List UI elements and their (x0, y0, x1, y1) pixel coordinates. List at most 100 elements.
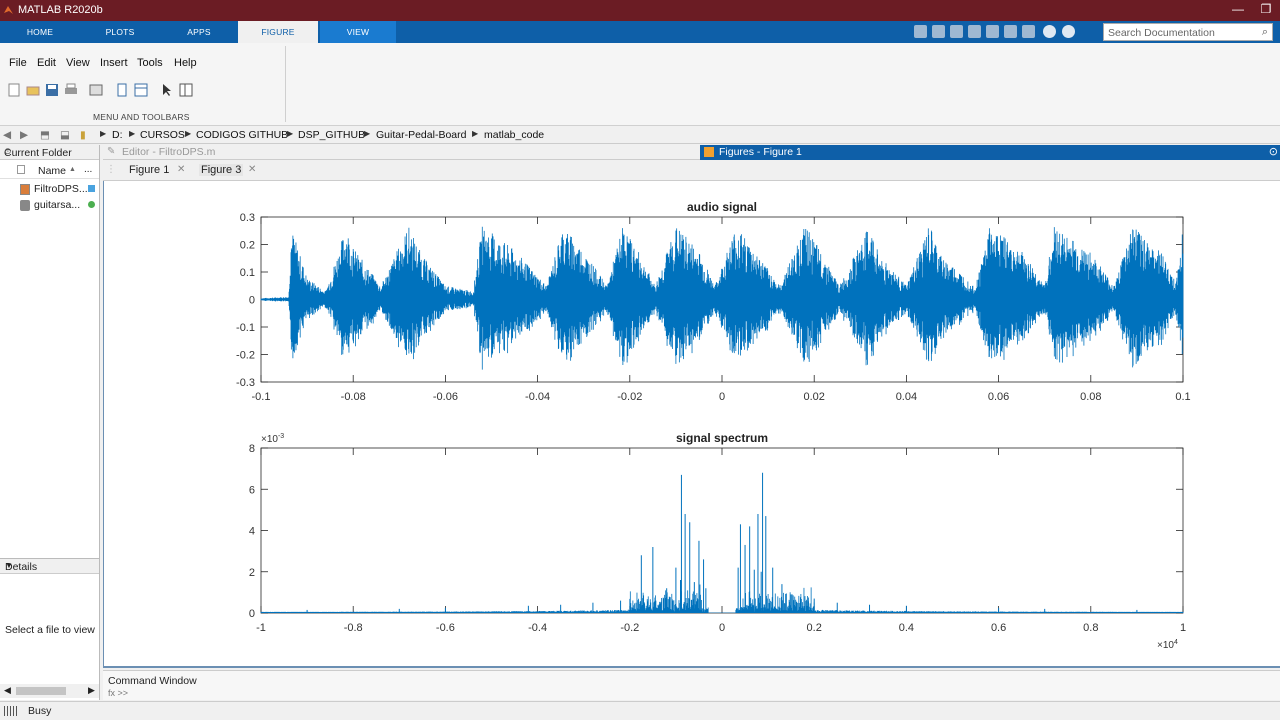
scroll-thumb[interactable] (16, 687, 66, 695)
restore-button[interactable]: ❐ (1256, 2, 1276, 18)
x-tick-label: 0.1 (1175, 391, 1190, 403)
command-window-title: Command Window (108, 675, 197, 687)
menu-file[interactable]: File (9, 57, 27, 69)
scroll-right-icon[interactable]: ▶ (88, 685, 95, 696)
chevron-down-icon[interactable]: ▼ (5, 561, 93, 570)
x-tick-label: 0.8 (1083, 622, 1098, 634)
redo-quick-icon[interactable] (1004, 25, 1017, 38)
print-preview-icon[interactable] (89, 83, 103, 97)
close-icon[interactable]: ✕ (248, 164, 256, 175)
y-tick-label: 2 (249, 567, 255, 579)
x-tick-label: -1 (256, 622, 266, 634)
figure-tabs: ⋮ Figure 1 ✕ Figure 3 ✕ (103, 161, 1280, 181)
panel-menu-icon[interactable]: ⊙ (1269, 145, 1278, 158)
command-prompt[interactable]: fx >> (108, 688, 128, 698)
tab-view[interactable]: VIEW (320, 21, 396, 43)
new-figure-icon[interactable] (7, 83, 21, 97)
tab-plots[interactable]: PLOTS (80, 21, 160, 43)
path-arrow: ▶ (472, 129, 479, 138)
editor-icon: ✎ (107, 146, 116, 157)
name-column-header[interactable]: Name ▲ ... (0, 161, 99, 179)
chart-title: signal spectrum (676, 431, 768, 445)
select-arrow-icon[interactable] (160, 83, 174, 97)
menu-insert[interactable]: Insert (100, 57, 128, 69)
path-arrow: ▶ (129, 129, 136, 138)
file-name: FiltroDPS... (34, 183, 88, 195)
y-tick-label: 0.2 (240, 240, 255, 252)
undo-quick-icon[interactable] (986, 25, 999, 38)
ribbon-section-label: MENU AND TOOLBARS (93, 112, 190, 122)
list-item[interactable]: FiltroDPS... (0, 183, 99, 197)
signal-spectrum-axes[interactable]: signal spectrum ×10-3 ×104 -1 -0.8 -0.6 -0.… (249, 431, 1186, 651)
paste-quick-icon[interactable] (968, 25, 981, 38)
ribbon-separator (285, 46, 286, 122)
menu-view[interactable]: View (66, 57, 90, 69)
copy-quick-icon[interactable] (950, 25, 963, 38)
minimize-button[interactable]: — (1228, 2, 1248, 18)
path-arrow: ▶ (185, 129, 192, 138)
community-icon[interactable] (1062, 25, 1075, 38)
tab-figure-1[interactable]: Figure 1 (129, 164, 169, 176)
menu-tools[interactable]: Tools (137, 57, 163, 69)
panel-menu-icon[interactable]: ⊙ (4, 146, 95, 157)
ribbon-tabs: HOME PLOTS APPS FIGURE VIEW Search Docum… (0, 21, 1280, 43)
command-window[interactable]: Command Window fx >> (103, 670, 1280, 700)
tab-figure-3[interactable]: Figure 3 (199, 164, 244, 176)
x-tick-label: -0.08 (341, 391, 366, 403)
path-segment[interactable]: CURSOS (140, 129, 185, 141)
open-folder-icon[interactable] (26, 83, 40, 97)
figure-canvas[interactable]: audio signal -0.1 -0.08 -0.06 -0.04 -0.02 0 0.… (103, 181, 1280, 668)
x-tick-label: 0 (719, 391, 725, 403)
y-tick-label: 0.3 (240, 212, 255, 224)
up-folder-icon[interactable]: ⬒ (40, 129, 50, 141)
path-segment[interactable]: D: (112, 129, 123, 141)
x-tick-label: -0.04 (525, 391, 550, 403)
save-icon[interactable] (45, 83, 59, 97)
browse-folder-icon[interactable]: ⬓ (60, 129, 70, 141)
busy-indicator-icon (4, 706, 18, 716)
editor-header[interactable]: ✎ Editor - FiltroDPS.m (103, 145, 700, 160)
figure-icon (704, 147, 714, 157)
details-message: Select a file to view (5, 624, 95, 636)
dock-icon[interactable] (115, 83, 129, 97)
horizontal-scrollbar[interactable]: ◀ ▶ (0, 684, 99, 698)
scroll-left-icon[interactable]: ◀ (4, 685, 11, 696)
search-documentation-input[interactable]: Search Documentation ⌕ (1103, 23, 1273, 41)
forward-icon[interactable]: ▶ (20, 129, 28, 141)
tab-apps[interactable]: APPS (160, 21, 238, 43)
matlab-logo-icon (4, 6, 13, 14)
plot-browser-icon[interactable] (179, 83, 193, 97)
search-icon[interactable]: ⌕ (1262, 26, 1268, 39)
path-segment[interactable]: matlab_code (484, 129, 544, 141)
y-tick-label: 0 (249, 295, 255, 307)
x-tick-label: 0.08 (1080, 391, 1101, 403)
more-columns[interactable]: ... (84, 164, 92, 175)
switch-windows-icon[interactable] (1022, 25, 1035, 38)
chart-title: audio signal (687, 200, 757, 214)
menu-edit[interactable]: Edit (37, 57, 56, 69)
cut-quick-icon[interactable] (932, 25, 945, 38)
save-quick-icon[interactable] (914, 25, 927, 38)
audio-signal-axes[interactable]: audio signal -0.1 -0.08 -0.06 -0.04 -0.02 0 0.… (236, 200, 1191, 403)
y-exponent-label: ×10-3 (261, 433, 284, 445)
path-arrow: ▶ (287, 129, 294, 138)
tab-home[interactable]: HOME (0, 21, 80, 43)
property-inspector-icon[interactable] (134, 83, 148, 97)
menu-help[interactable]: Help (174, 57, 197, 69)
x-tick-label: -0.02 (617, 391, 642, 403)
path-segment[interactable]: CODIGOS GITHUB (196, 129, 288, 141)
help-icon[interactable] (1043, 25, 1056, 38)
y-tick-label: 0.1 (240, 267, 255, 279)
back-icon[interactable]: ◀ (3, 129, 11, 141)
details-header[interactable]: Details ▼ (0, 558, 99, 574)
tab-figure[interactable]: FIGURE (238, 21, 318, 43)
quick-access-toolbar (912, 24, 1100, 40)
name-column-label: Name (38, 165, 67, 177)
list-item[interactable]: guitarsa... (0, 199, 99, 213)
window-title: MATLAB R2020b (18, 4, 103, 16)
y-tick-label: 0 (249, 608, 255, 620)
print-icon[interactable] (64, 83, 78, 97)
path-segment[interactable]: Guitar-Pedal-Board (376, 129, 466, 141)
path-segment[interactable]: DSP_GITHUB (298, 129, 365, 141)
close-icon[interactable]: ✕ (177, 164, 185, 175)
